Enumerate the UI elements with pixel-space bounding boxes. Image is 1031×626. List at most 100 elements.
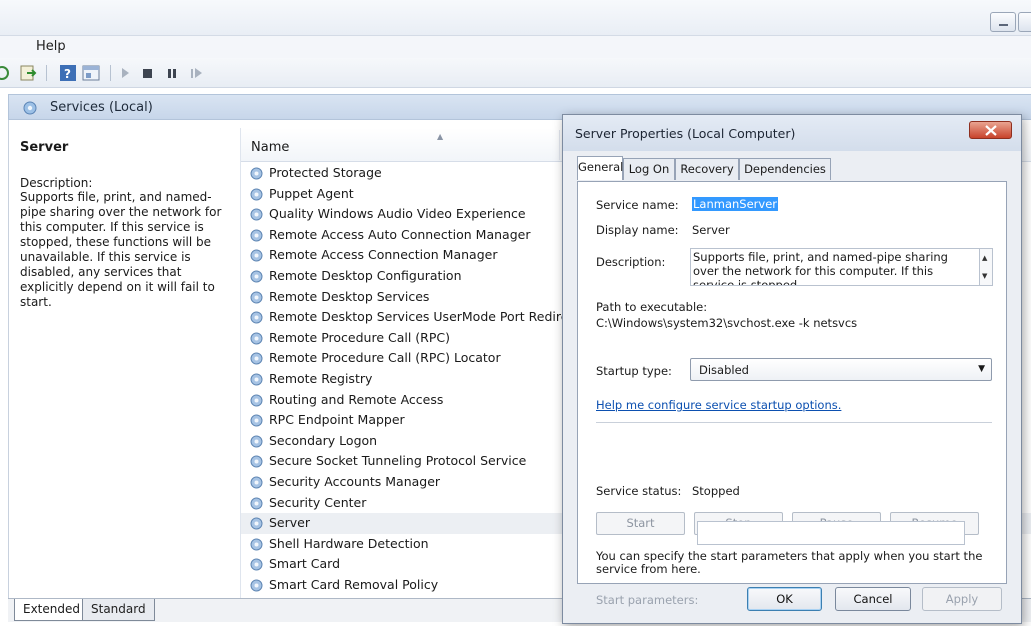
selected-service-name: Server <box>20 140 69 155</box>
service-gear-icon <box>250 208 263 221</box>
service-name: Protected Storage <box>269 165 382 180</box>
toolbar-separator <box>110 65 111 81</box>
maximize-button[interactable] <box>1018 12 1031 32</box>
configure-startup-help-link[interactable]: Help me configure service startup option… <box>596 398 841 412</box>
service-name: Server <box>269 515 310 531</box>
tab-log-on[interactable]: Log On <box>623 158 675 180</box>
dropdown-arrow-icon: ▼ <box>978 364 985 374</box>
service-gear-icon <box>250 558 263 571</box>
show-hide-console-icon[interactable] <box>82 65 100 81</box>
close-icon <box>985 125 997 136</box>
service-name: Smart Card <box>269 556 341 572</box>
description-textbox[interactable]: Supports file, print, and named-pipe sha… <box>690 248 980 286</box>
service-name: Remote Procedure Call (RPC) <box>269 329 450 345</box>
service-name: Remote Desktop Services UserMode Port Re… <box>269 309 594 325</box>
tab-recovery[interactable]: Recovery <box>675 158 739 180</box>
service-name: RPC Endpoint Mapper <box>269 412 405 428</box>
service-status-value: Stopped <box>692 484 740 498</box>
service-gear-icon <box>250 579 263 592</box>
window-titlebar <box>0 0 1031 36</box>
service-name: Remote Desktop Configuration <box>269 267 462 283</box>
console-title: Services (Local) <box>50 100 153 115</box>
service-name-value[interactable]: LanmanServer <box>692 197 778 211</box>
service-name: Smart Card Removal Policy <box>269 576 439 592</box>
service-name: Shell Hardware Detection <box>269 535 429 551</box>
minimize-button[interactable] <box>990 12 1016 32</box>
divider <box>596 422 992 423</box>
description-scrollbar[interactable]: ▲ ▼ <box>980 248 993 286</box>
tab-standard[interactable]: Standard <box>82 599 155 621</box>
start-params-note: You can specify the start parameters tha… <box>596 549 983 576</box>
startup-type-value: Disabled <box>699 363 749 377</box>
cancel-button[interactable]: Cancel <box>835 587 911 611</box>
service-gear-icon <box>250 394 263 407</box>
path-label: Path to executable: <box>596 300 708 314</box>
service-name: Routing and Remote Access <box>269 391 444 407</box>
service-gear-icon <box>250 229 263 242</box>
toolbar-separator <box>46 65 47 81</box>
restart-service-icon[interactable] <box>190 65 204 81</box>
toolbar: ? <box>0 58 1031 88</box>
service-description-text: Supports file, print, and named-pipe sha… <box>20 190 222 309</box>
service-name: Remote Procedure Call (RPC) Locator <box>269 350 501 366</box>
display-name-value[interactable]: Server <box>692 223 730 237</box>
column-divider[interactable] <box>559 130 560 160</box>
service-gear-icon <box>250 476 263 489</box>
service-gear-icon <box>250 332 263 345</box>
tab-dependencies[interactable]: Dependencies <box>739 158 831 180</box>
ok-button[interactable]: OK <box>747 587 822 611</box>
service-name: Secure Socket Tunneling Protocol Service <box>269 453 527 469</box>
service-name: Secondary Logon <box>269 432 378 448</box>
service-gear-icon <box>250 538 263 551</box>
service-name: Quality Windows Audio Video Experience <box>269 206 526 222</box>
service-gear-icon <box>250 517 263 530</box>
service-name: Remote Registry <box>269 370 373 386</box>
service-description-pane: Server Description: Supports file, print… <box>8 120 240 598</box>
services-gear-icon <box>23 101 37 115</box>
menu-bar: Help <box>0 36 1031 58</box>
svg-text:?: ? <box>64 67 71 81</box>
export-list-icon[interactable] <box>20 65 38 81</box>
service-name: Remote Desktop Services <box>269 288 430 304</box>
tab-extended[interactable]: Extended <box>14 599 89 621</box>
close-button[interactable] <box>969 121 1012 139</box>
start-params-label: Start parameters: <box>596 593 699 607</box>
description-label: Description: <box>596 255 666 269</box>
apply-button[interactable]: Apply <box>922 587 1002 611</box>
start-service-icon[interactable] <box>120 65 130 81</box>
dialog-titlebar[interactable]: Server Properties (Local Computer) <box>563 115 1021 151</box>
service-name: Security Accounts Manager <box>269 473 441 489</box>
service-name: Remote Access Connection Manager <box>269 247 498 263</box>
display-name-label: Display name: <box>596 223 679 237</box>
tab-general[interactable]: General <box>577 156 623 180</box>
service-gear-icon <box>250 311 263 324</box>
service-gear-icon <box>250 497 263 509</box>
service-name-label: Service name: <box>596 198 679 212</box>
start-params-input[interactable] <box>697 521 965 545</box>
path-value[interactable]: C:\Windows\system32\svchost.exe -k netsv… <box>596 316 857 330</box>
scroll-down-icon[interactable]: ▼ <box>982 272 987 280</box>
service-gear-icon <box>250 455 263 468</box>
startup-type-select[interactable]: Disabled ▼ <box>690 358 992 381</box>
dialog-title: Server Properties (Local Computer) <box>575 126 796 141</box>
column-header-name[interactable]: Name <box>251 140 289 155</box>
service-gear-icon <box>250 373 263 386</box>
start-button[interactable]: Start <box>596 512 685 535</box>
service-name: Puppet Agent <box>269 185 354 201</box>
stop-service-icon[interactable] <box>142 65 154 81</box>
startup-type-label: Startup type: <box>596 364 672 378</box>
service-gear-icon <box>250 435 263 448</box>
refresh-icon[interactable] <box>0 65 12 81</box>
service-gear-icon <box>250 188 263 201</box>
service-gear-icon <box>250 352 263 365</box>
service-gear-icon <box>250 167 263 180</box>
menu-help[interactable]: Help <box>36 39 66 54</box>
help-icon[interactable]: ? <box>60 65 76 81</box>
scroll-up-icon[interactable]: ▲ <box>982 254 987 262</box>
service-status-label: Service status: <box>596 484 682 498</box>
server-properties-dialog: Server Properties (Local Computer) Gener… <box>562 114 1022 624</box>
service-gear-icon <box>250 414 263 427</box>
service-name: Security Center <box>269 494 367 510</box>
pause-service-icon[interactable] <box>166 65 178 81</box>
sort-ascending-icon: ▲ <box>437 132 444 141</box>
